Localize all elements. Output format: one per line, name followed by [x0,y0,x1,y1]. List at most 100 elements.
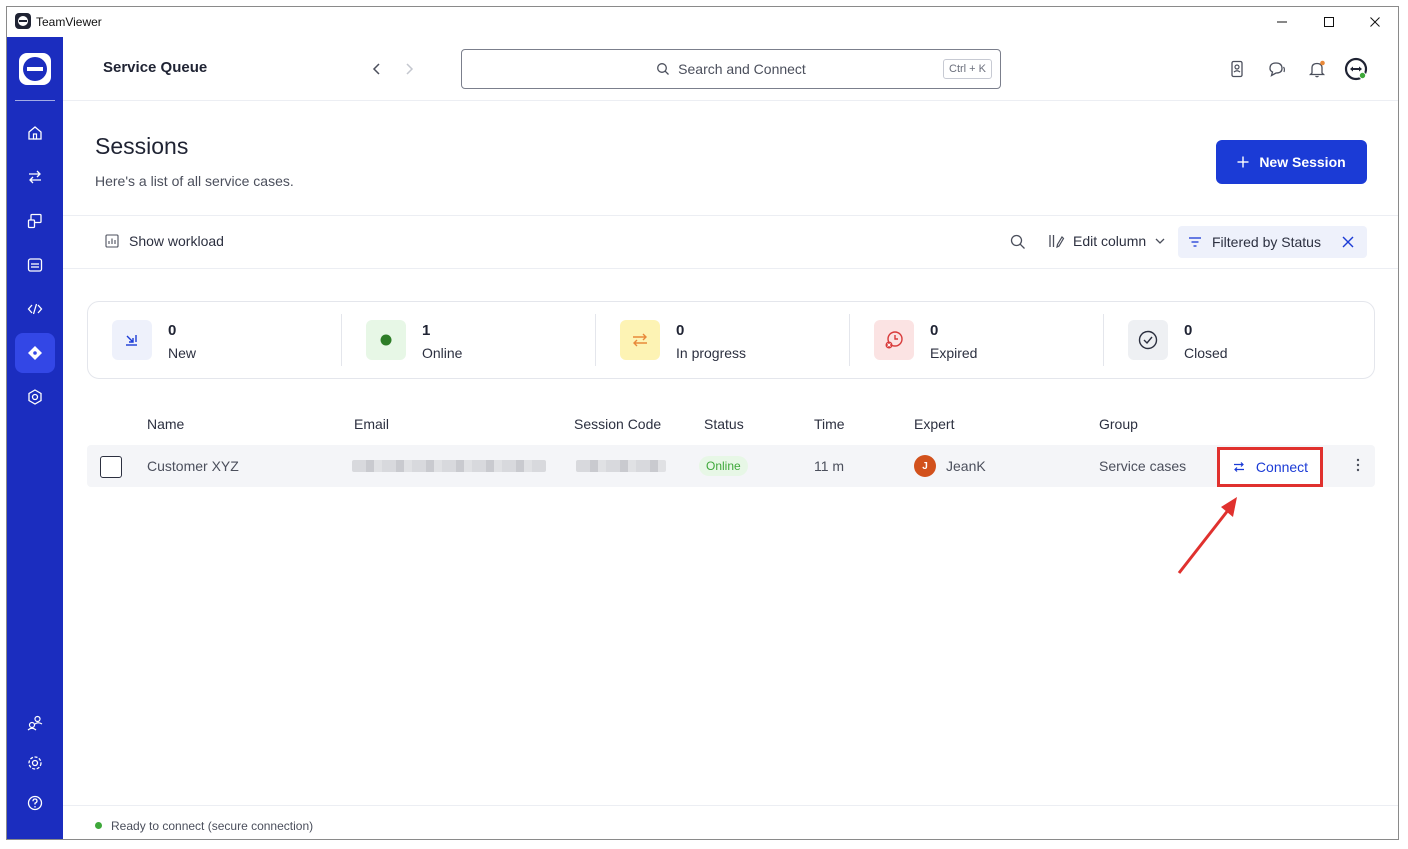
sidebar-item-settings[interactable] [15,743,55,783]
sidebar-divider [15,100,55,101]
sidebar-item-help[interactable] [15,783,55,823]
stat-in-progress[interactable]: 0 In progress [596,302,850,378]
monitoring-icon [28,389,42,405]
teamviewer-account-icon [1344,57,1368,81]
stat-online-count: 1 [422,322,431,339]
account-button[interactable] [1344,57,1368,81]
page-heading: Service Queue [103,59,208,76]
table-row[interactable]: Customer XYZ Online 11 m J JeanK Service… [87,445,1375,487]
column-header-group[interactable]: Group [1099,416,1138,432]
minimize-icon [1277,21,1287,23]
filter-chip-label: Filtered by Status [1212,234,1321,250]
annotation-arrow-icon [1177,497,1237,574]
row-email-redacted [352,460,546,472]
transfer-icon [633,333,647,347]
status-filter-chip[interactable]: Filtered by Status [1178,226,1367,258]
column-header-session-code[interactable]: Session Code [574,416,661,432]
contact-book-icon [1231,60,1243,78]
home-icon [28,126,42,140]
stat-expired[interactable]: 0 Expired [850,302,1104,378]
column-header-name[interactable]: Name [147,416,184,432]
minimize-button[interactable] [1259,7,1305,37]
search-and-connect-input[interactable]: Search and Connect Ctrl + K [461,49,1001,89]
chevron-right-icon [406,63,414,75]
stat-online[interactable]: 1 Online [342,302,596,378]
contacts-button[interactable] [1225,57,1249,81]
teamviewer-home-logo[interactable] [19,53,51,85]
sidebar-item-meeting[interactable] [15,245,55,285]
close-icon [1370,17,1380,27]
status-summary: 0 New 1 Online 0 In progress 0 Expired 0… [87,301,1375,379]
search-icon [1010,234,1025,249]
sidebar-item-remote-connect[interactable] [15,157,55,197]
people-icon [27,715,43,731]
teamviewer-logo-icon [15,13,31,29]
back-button[interactable] [367,59,387,79]
stat-in-progress-icon-box [620,320,660,360]
sidebar-item-home[interactable] [15,113,55,153]
stat-expired-count: 0 [930,322,939,339]
kebab-menu-icon [1356,458,1360,472]
stat-online-label: Online [422,345,463,361]
forward-button[interactable] [399,59,419,79]
edit-column-icon [1049,235,1065,249]
chevron-down-icon [1155,238,1165,244]
row-time: 11 m [814,458,845,474]
connection-status-dot [95,822,102,829]
stat-in-progress-count: 0 [676,322,685,339]
edit-column-dropdown[interactable]: Edit column [1047,232,1166,250]
maximize-button[interactable] [1306,7,1352,37]
service-queue-icon [28,346,42,360]
expired-clock-icon [885,331,903,349]
search-icon [657,63,670,75]
column-header-time[interactable]: Time [814,416,845,432]
column-header-status[interactable]: Status [704,416,744,432]
stat-new-count: 0 [168,322,177,339]
column-header-email[interactable]: Email [354,416,389,432]
remote-devices-icon [27,213,42,229]
table-header: Name Email Session Code Status Time Expe… [87,409,1375,439]
notifications-button[interactable] [1305,57,1329,81]
stat-closed[interactable]: 0 Closed [1104,302,1358,378]
teamviewer-window: TeamViewer Service Queue Search and Conn… [6,6,1399,840]
online-dot-icon [380,334,392,346]
help-icon [27,795,43,811]
sessions-title: Sessions [95,133,189,159]
chat-button[interactable] [1265,57,1289,81]
sidebar-item-service-queue[interactable] [15,333,55,373]
sidebar-item-contacts[interactable] [15,703,55,743]
search-placeholder: Search and Connect [678,61,806,77]
clear-filter-icon[interactable] [1339,233,1357,251]
new-session-button[interactable]: New Session [1216,140,1367,184]
sidebar-item-developer[interactable] [15,289,55,329]
sidebar-item-devices[interactable] [15,201,55,241]
stat-online-icon-box [366,320,406,360]
row-session-code-redacted [576,460,666,472]
stat-new-label: New [168,345,197,361]
maximize-icon [1324,17,1334,27]
show-workload-label: Show workload [129,233,224,249]
stat-new[interactable]: 0 New [88,302,342,378]
close-window-button[interactable] [1352,7,1398,37]
stat-closed-label: Closed [1184,345,1228,361]
sidebar-item-monitoring[interactable] [15,377,55,417]
transfer-icon [29,170,41,184]
window-title: TeamViewer [36,15,102,29]
show-workload-toggle[interactable]: Show workload [105,233,224,249]
connect-button[interactable]: Connect [1217,447,1323,487]
app-header: Service Queue Search and Connect Ctrl + … [63,37,1398,101]
table-search-button[interactable] [1009,233,1027,251]
connect-label: Connect [1255,459,1309,475]
stat-expired-icon-box [874,320,914,360]
row-select-checkbox[interactable] [100,456,122,478]
table-toolbar: Show workload Edit column Filtered by St… [63,215,1398,269]
search-shortcut-hint: Ctrl + K [943,59,992,79]
row-more-options-button[interactable] [1355,457,1361,476]
bell-icon [1308,60,1326,78]
main-content: Service Queue Search and Connect Ctrl + … [63,37,1398,839]
column-header-expert[interactable]: Expert [914,416,954,432]
settings-icon [28,756,42,770]
row-expert: JeanK [946,458,986,474]
stat-in-progress-label: In progress [676,345,747,361]
check-circle-icon [1138,330,1158,350]
